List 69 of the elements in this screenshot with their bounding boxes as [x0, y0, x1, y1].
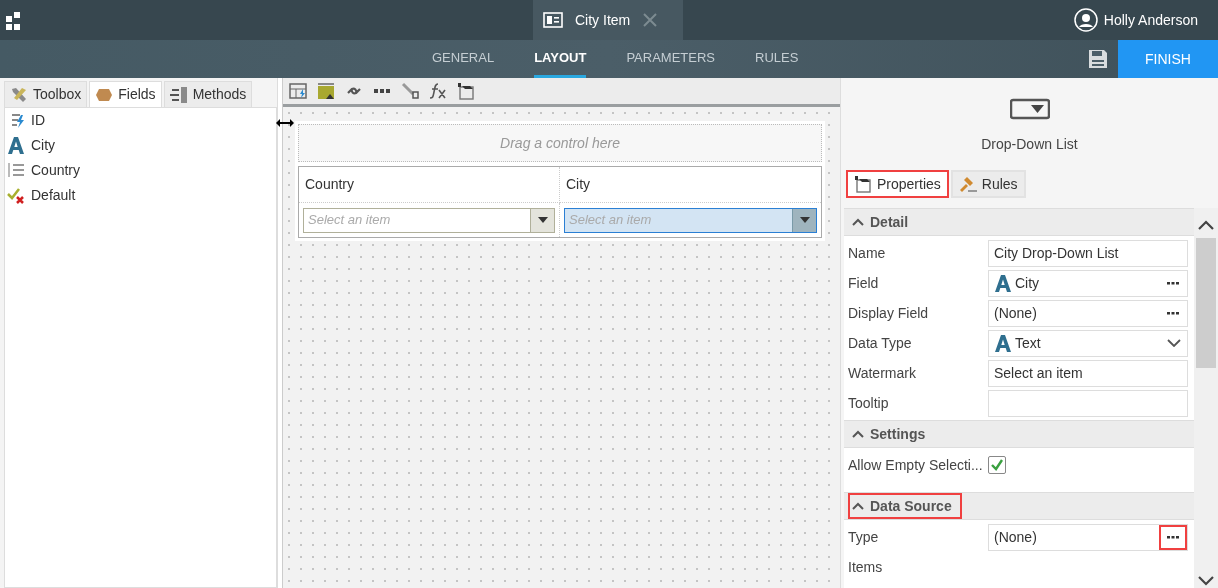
property-tab[interactable]: Properties: [846, 170, 949, 198]
property-field[interactable]: (None): [988, 299, 1188, 327]
property-label: Data Type: [847, 333, 913, 353]
user-name[interactable]: Holly Anderson: [1103, 9, 1198, 31]
scrollbar[interactable]: [1194, 208, 1218, 588]
collapse-chevron-icon: [852, 218, 864, 226]
property-field[interactable]: Text: [988, 329, 1188, 357]
field-item[interactable]: ID: [5, 108, 276, 133]
panel-tab[interactable]: Toolbox: [4, 81, 88, 108]
nav-tab[interactable]: GENERAL: [432, 40, 495, 78]
property-field[interactable]: (None): [988, 523, 1188, 551]
resize-cursor-icon: [276, 118, 294, 128]
ellipsis-icon: [1167, 535, 1179, 539]
letter-a-icon: [994, 333, 1012, 353]
ellipsis-button[interactable]: [1159, 524, 1187, 550]
panel-tab[interactable]: Fields: [89, 81, 162, 108]
tab-title: City Item: [575, 10, 631, 30]
panel-tab[interactable]: Methods: [163, 81, 253, 108]
form-icon: [543, 12, 563, 28]
clipboard-icon[interactable]: [457, 82, 475, 100]
property-label: Name: [847, 243, 887, 263]
nav-tab[interactable]: RULES: [755, 40, 799, 78]
dropdown-control-icon: [1009, 98, 1050, 120]
gavel-icon: [958, 175, 977, 193]
chevron-down-icon[interactable]: [1167, 339, 1181, 347]
table-lightning-icon[interactable]: [289, 82, 307, 100]
list-icon: [169, 85, 188, 104]
field-item[interactable]: City: [5, 133, 276, 158]
picture-edit-icon[interactable]: [317, 82, 335, 100]
property-label: Allow Empty Selecti...: [847, 455, 984, 475]
checkbox[interactable]: [988, 456, 1006, 474]
property-label: Type: [847, 527, 880, 547]
property-label: Field: [847, 273, 880, 293]
property-field[interactable]: City: [988, 269, 1188, 297]
document-tab[interactable]: City Item: [533, 0, 683, 40]
ellipsis-icon: [1167, 311, 1179, 315]
column-header: Country: [299, 167, 560, 203]
letter-a-icon: [994, 273, 1012, 293]
caret-icon: [537, 217, 548, 223]
field-item[interactable]: Default: [5, 183, 276, 208]
column-header: City: [560, 167, 821, 203]
collapse-chevron-icon: [852, 502, 864, 510]
caret-icon: [799, 217, 810, 223]
nav-tab[interactable]: PARAMETERS: [626, 40, 715, 78]
property-field[interactable]: [988, 389, 1188, 417]
property-label: Items: [847, 557, 884, 577]
scroll-down-icon: [1198, 576, 1214, 586]
letter-a-icon: [7, 135, 27, 156]
function-icon[interactable]: [429, 82, 447, 100]
section-header[interactable]: Data Source: [848, 493, 962, 519]
tools-icon: [10, 85, 28, 104]
save-icon[interactable]: [1088, 49, 1108, 69]
user-avatar-icon[interactable]: [1073, 8, 1098, 32]
property-tab[interactable]: Rules: [950, 170, 1026, 198]
property-label: Watermark: [847, 363, 917, 383]
collapse-chevron-icon: [852, 430, 864, 438]
section-header[interactable]: Detail: [848, 209, 919, 235]
property-label: Tooltip: [847, 393, 890, 413]
check-icon: [991, 459, 1003, 471]
field-item[interactable]: Country: [5, 158, 276, 183]
control-title: Drop-Down List: [981, 135, 1078, 154]
ellipsis-icon: [1167, 281, 1179, 285]
property-field[interactable]: City Drop-Down List: [988, 239, 1188, 267]
drop-zone: Drag a control here: [298, 124, 822, 162]
property-field[interactable]: Select an item: [988, 359, 1188, 387]
scroll-up-icon: [1198, 220, 1214, 230]
clipboard-icon: [854, 175, 872, 193]
scrollbar-thumb[interactable]: [1196, 238, 1216, 368]
property-label: Display Field: [847, 303, 930, 323]
